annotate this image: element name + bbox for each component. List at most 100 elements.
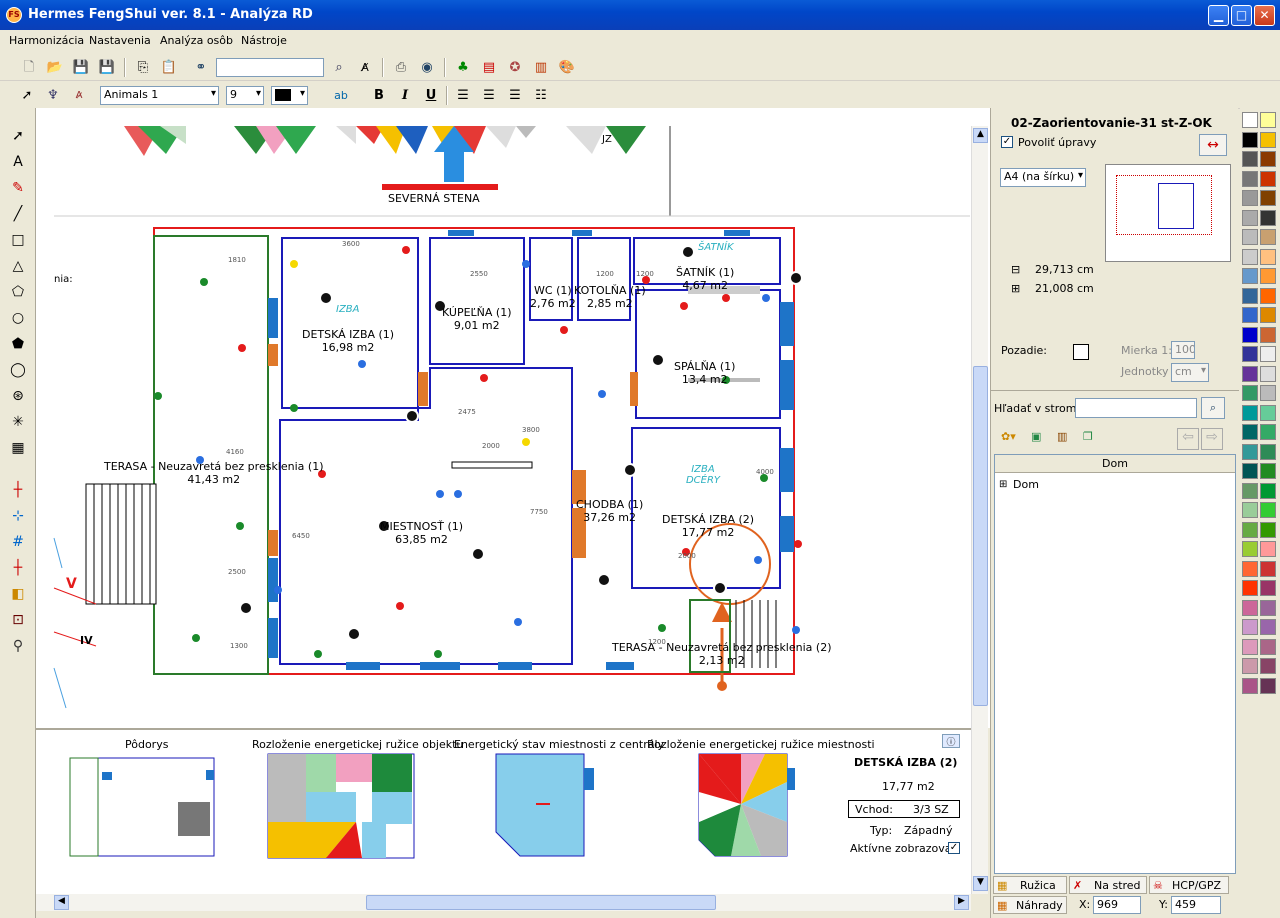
- palette-swatch[interactable]: [1242, 502, 1258, 518]
- palette-swatch[interactable]: [1242, 638, 1258, 655]
- close-icon[interactable]: ✕: [1254, 5, 1275, 26]
- allow-edit-checkbox[interactable]: ✓: [1001, 136, 1013, 148]
- palette-swatch[interactable]: [1260, 521, 1276, 538]
- palette-swatch[interactable]: [1260, 658, 1276, 674]
- tree-expand-icon[interactable]: ⊞: [999, 479, 1007, 490]
- underline-button[interactable]: U: [420, 85, 442, 106]
- pointer-icon[interactable]: ➚: [16, 85, 38, 106]
- snap-icon[interactable]: ⊹: [6, 504, 30, 528]
- palette-swatch[interactable]: [1242, 385, 1258, 401]
- spell-icon[interactable]: A̸: [354, 57, 376, 78]
- palette-swatch[interactable]: [1260, 131, 1276, 148]
- minimize-icon[interactable]: ▁: [1208, 5, 1229, 26]
- palette-swatch[interactable]: [1260, 248, 1276, 265]
- floor-plan-canvas[interactable]: SEVERNÁ STENA JZ nia: V IV DETSKÁ IZBA (…: [36, 108, 990, 728]
- palette-swatch[interactable]: [1260, 346, 1276, 362]
- font-size-select[interactable]: 9: [226, 86, 264, 105]
- swap-orientation-icon[interactable]: ↔: [1199, 134, 1227, 156]
- print-icon[interactable]: ⎙: [390, 57, 412, 78]
- save-icon[interactable]: 💾: [70, 57, 92, 78]
- forward-arrow-icon[interactable]: ⇨: [1201, 428, 1223, 450]
- italic-button[interactable]: I: [394, 85, 416, 106]
- palette-swatch[interactable]: [1260, 404, 1276, 421]
- info-icon[interactable]: ⓘ: [942, 734, 960, 748]
- palette-swatch[interactable]: [1242, 541, 1258, 557]
- clover-icon[interactable]: ♣: [452, 57, 474, 78]
- palette-swatch[interactable]: [1242, 619, 1258, 635]
- scroll-left-icon[interactable]: ◀: [54, 895, 69, 910]
- books-icon[interactable]: ▥: [1057, 430, 1067, 443]
- palette-swatch[interactable]: [1260, 482, 1276, 499]
- palette-swatch[interactable]: [1260, 365, 1276, 382]
- tree-header[interactable]: Dom: [995, 455, 1235, 473]
- palette-swatch[interactable]: [1260, 268, 1276, 284]
- toolbar-search-input[interactable]: [216, 58, 324, 77]
- palette-swatch[interactable]: [1242, 463, 1258, 479]
- open-icon[interactable]: 📂: [44, 57, 66, 78]
- palette-swatch[interactable]: [1260, 190, 1276, 206]
- palette-swatch[interactable]: [1260, 385, 1276, 401]
- line-tool-icon[interactable]: ╱: [6, 202, 30, 226]
- scroll-right-icon[interactable]: ▶: [954, 895, 969, 910]
- binoculars-icon[interactable]: ⚭: [190, 57, 212, 78]
- menu-nastavenia[interactable]: Nastavenia: [89, 34, 151, 47]
- menu-harmonizacia[interactable]: Harmonizácia: [9, 34, 84, 47]
- select-arrow-icon[interactable]: ➚: [6, 124, 30, 148]
- rectangle-tool-icon[interactable]: □: [6, 228, 30, 252]
- paste-icon[interactable]: 📋: [158, 57, 180, 78]
- palette-swatch[interactable]: [1242, 658, 1258, 674]
- maximize-icon[interactable]: □: [1231, 5, 1252, 26]
- menu-analyza-osob[interactable]: Analýza osôb: [160, 34, 233, 47]
- palette-swatch[interactable]: [1260, 112, 1276, 128]
- palette-swatch[interactable]: [1260, 463, 1276, 479]
- palette-swatch[interactable]: [1242, 268, 1258, 284]
- units-select[interactable]: cm: [1171, 363, 1209, 382]
- scroll-up-icon[interactable]: ▲: [973, 128, 988, 143]
- palette-swatch[interactable]: [1260, 229, 1276, 245]
- palette-swatch[interactable]: [1260, 560, 1276, 577]
- tree-search-icon[interactable]: ⌕: [1201, 397, 1225, 419]
- palette-swatch[interactable]: [1260, 307, 1276, 323]
- text-tool-icon[interactable]: A: [6, 150, 30, 174]
- palette-swatch[interactable]: [1260, 443, 1276, 460]
- tab-ruzica[interactable]: ▦ Ružica: [993, 876, 1067, 894]
- palette-swatch[interactable]: [1242, 307, 1258, 323]
- palette-swatch[interactable]: [1242, 404, 1258, 421]
- star-tool-icon[interactable]: ✳: [6, 410, 30, 434]
- palette-swatch[interactable]: [1242, 560, 1258, 577]
- palette-swatch[interactable]: [1242, 443, 1258, 460]
- palette-swatch[interactable]: [1260, 287, 1276, 304]
- palette-swatch[interactable]: [1260, 424, 1276, 440]
- palette-swatch[interactable]: [1242, 190, 1258, 206]
- palette-swatch[interactable]: [1242, 326, 1258, 343]
- grid-tool-icon[interactable]: ▦: [6, 436, 30, 460]
- palette-swatch[interactable]: [1242, 346, 1258, 362]
- palette-swatch[interactable]: [1242, 482, 1258, 499]
- font-select[interactable]: Animals 1: [100, 86, 219, 105]
- palette-swatch[interactable]: [1260, 326, 1276, 343]
- menu-nastroje[interactable]: Nástroje: [241, 34, 287, 47]
- harp-icon[interactable]: ♆: [42, 85, 64, 106]
- palette-swatch[interactable]: [1260, 599, 1276, 616]
- palette-swatch[interactable]: [1242, 209, 1258, 226]
- book-icon[interactable]: ▥: [530, 57, 552, 78]
- lock-icon[interactable]: ⊡: [6, 608, 30, 632]
- image-icon[interactable]: ▣: [1031, 430, 1041, 443]
- palette-swatch[interactable]: [1242, 521, 1258, 538]
- new-icon[interactable]: 🗋: [18, 57, 40, 78]
- text-color-icon[interactable]: ab: [330, 85, 352, 106]
- search-go-icon[interactable]: ⌕: [328, 57, 350, 78]
- scale-input[interactable]: 100: [1171, 341, 1195, 359]
- palette-swatch[interactable]: [1260, 209, 1276, 226]
- palette-swatch[interactable]: [1242, 287, 1258, 304]
- palette-swatch[interactable]: [1242, 229, 1258, 245]
- tree-item-dom[interactable]: Dom: [1013, 478, 1039, 491]
- tab-hcp-gpz[interactable]: ☠ HCP/GPZ: [1149, 876, 1229, 894]
- palette-swatch[interactable]: [1260, 638, 1276, 655]
- palette-swatch[interactable]: [1242, 170, 1258, 187]
- vertical-scrollbar[interactable]: ▲ ▼: [971, 126, 988, 894]
- color-select[interactable]: [271, 86, 308, 105]
- save-as-icon[interactable]: 💾: [96, 57, 118, 78]
- palette-swatch[interactable]: [1260, 541, 1276, 557]
- scroll-thumb[interactable]: [973, 366, 988, 706]
